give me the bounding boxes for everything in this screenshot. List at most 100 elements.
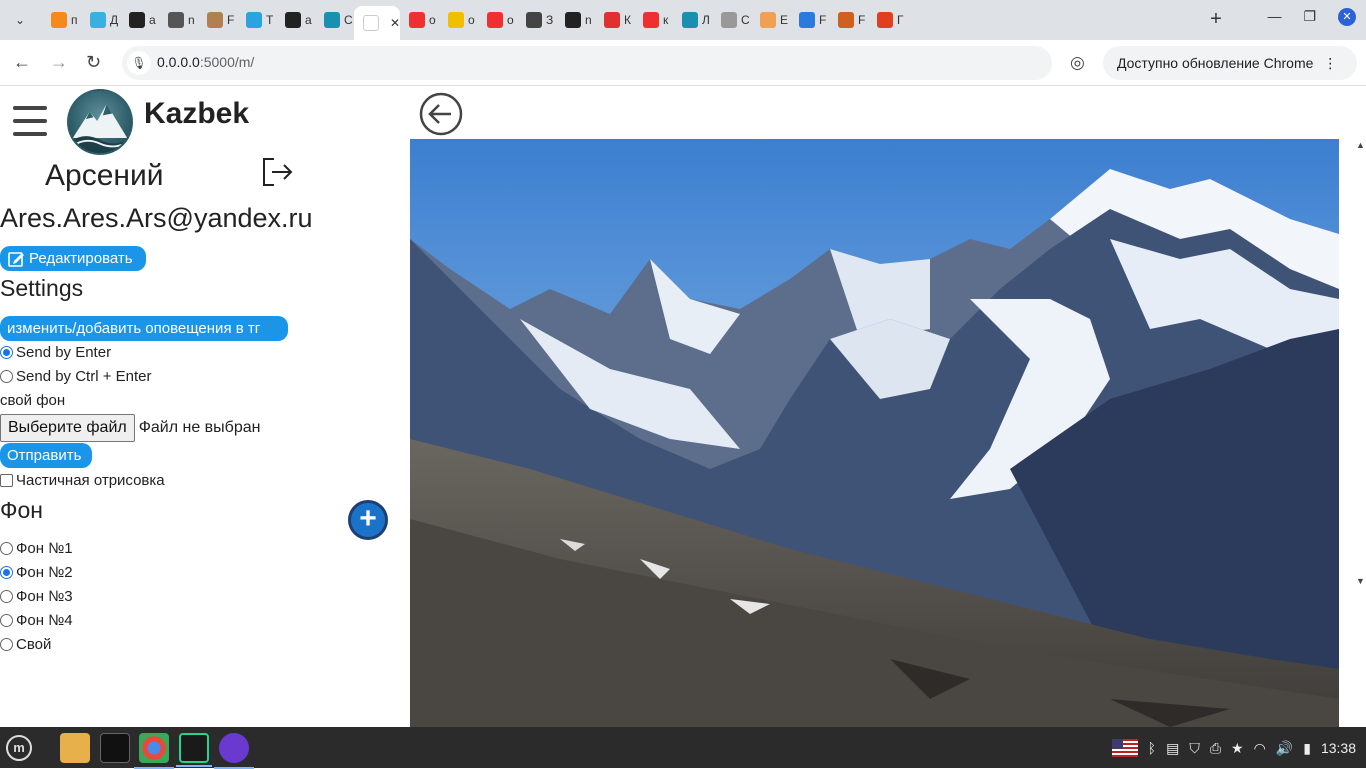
maximize-icon[interactable]: ❐ [1303,8,1316,26]
start-menu-icon[interactable]: m [6,735,32,761]
background-radio[interactable] [0,566,13,579]
telegram-notifications-button[interactable]: изменить/добавить оповещения в тг [0,316,288,341]
tab-title: С [741,13,750,27]
settings-sidebar: Kazbek Арсений Ares.Ares.Ars@yandex.ru Р… [0,87,400,727]
address-bar[interactable]: 🎙 0.0.0.0:5000/m/ ☆ [122,46,1158,80]
window-close-icon[interactable]: ✕ [1338,8,1356,26]
background-option[interactable]: Фон №4 [0,612,73,629]
edit-profile-button[interactable]: Редактировать [0,246,146,271]
clipboard-icon[interactable]: ▤ [1166,740,1179,757]
background-option[interactable]: Свой [0,636,51,653]
tab-title: F [227,13,235,27]
background-radio[interactable] [0,590,13,603]
background-option[interactable]: Фон №3 [0,588,73,605]
chrome-update-button[interactable]: Доступно обновление Chrome ⋮ [1103,46,1357,80]
browser-tab[interactable]: F [198,6,237,34]
logout-icon[interactable] [260,155,294,189]
obsidian-icon[interactable] [214,733,254,769]
url-host: 0.0.0.0 [157,54,200,70]
tab-favicon-icon [51,12,67,28]
site-info-icon[interactable]: 🎙 [127,51,151,75]
browser-tab[interactable]: п [42,6,81,34]
browser-tab[interactable]: Е [751,6,790,34]
browser-tab[interactable]: n [556,6,595,34]
back-arrow-icon[interactable]: ← [13,52,31,73]
system-tray: ᛒ ▤ ⛉ ⎙ ★ ◠ 🔊 ▮ 13:38 [1111,739,1356,757]
minimize-icon[interactable]: — [1267,8,1281,26]
tab-search-chevron-icon[interactable]: ⌄ [8,8,32,32]
keyboard-layout-us-flag-icon[interactable] [1111,739,1138,757]
pycharm-icon[interactable] [176,733,212,767]
browser-tab[interactable]: Л [673,6,712,34]
background-label: Свой [16,636,52,653]
clock[interactable]: 13:38 [1321,740,1356,756]
browser-tab[interactable]: T [237,6,276,34]
partial-render-checkbox[interactable] [0,474,13,487]
send-mode-radio[interactable] [0,370,13,383]
battery-icon[interactable]: ▮ [1303,740,1311,757]
background-label: Фон №2 [16,564,73,581]
volume-icon[interactable]: 🔊 [1276,740,1293,757]
background-radio[interactable] [0,542,13,555]
file-status-text: Файл не выбран [138,419,261,436]
browser-tab[interactable]: Д [81,6,120,34]
background-option[interactable]: Фон №2 [0,564,73,581]
terminal-icon[interactable] [100,733,130,763]
browser-tab[interactable]: F [790,6,829,34]
browser-tab[interactable]: С [315,6,354,34]
send-mode-option[interactable]: Send by Ctrl + Enter [0,368,151,385]
send-mode-label: Send by Enter [16,344,112,361]
browser-tab[interactable]: К✕ [354,6,400,40]
wifi-icon[interactable]: ◠ [1254,740,1266,757]
partial-render-checkbox-row[interactable]: Частичная отрисовка [0,472,165,489]
os-taskbar: m ᛒ ▤ ⛉ ⎙ ★ ◠ 🔊 ▮ 13:38 [0,727,1366,769]
browser-tab[interactable]: Г [868,6,907,34]
back-circle-icon[interactable] [419,92,463,136]
browser-tab[interactable]: a [276,6,315,34]
hamburger-menu-icon[interactable] [13,106,47,136]
browser-tab[interactable]: о [478,6,517,34]
profile-icon[interactable]: ◎ [1070,53,1085,73]
tab-title: о [429,13,436,27]
background-label: Фон №1 [16,540,73,557]
new-tab-button[interactable]: + [1204,8,1228,32]
bluetooth-icon[interactable]: ᛒ [1148,740,1156,756]
background-radio[interactable] [0,638,13,651]
browser-tab[interactable]: З [517,6,556,34]
browser-tab[interactable]: n [159,6,198,34]
chrome-icon[interactable] [134,733,174,769]
tab-favicon-icon [90,12,106,28]
kebab-menu-icon[interactable]: ⋮ [1323,55,1337,72]
file-manager-icon[interactable] [60,733,90,763]
browser-tab[interactable]: К [595,6,634,34]
tab-favicon-icon [448,12,464,28]
user-name: Арсений [45,159,164,192]
browser-tab[interactable]: a [120,6,159,34]
printer-icon[interactable]: ⎙ [1210,740,1221,757]
browser-tab[interactable]: F [829,6,868,34]
background-label: Фон №4 [16,612,73,629]
tab-close-icon[interactable]: ✕ [390,16,400,30]
scroll-down-arrow-icon[interactable]: ▼ [1356,576,1365,586]
tab-list: пДanFTaСК✕оооЗnКкЛСЕFFГ [42,6,907,40]
background-radio[interactable] [0,614,13,627]
send-mode-radio[interactable] [0,346,13,359]
url-text[interactable]: 0.0.0.0:5000/m/ [157,54,254,70]
send-mode-option[interactable]: Send by Enter [0,344,111,361]
tab-favicon-icon [487,12,503,28]
reload-icon[interactable]: ↻ [86,52,101,73]
forward-arrow-icon[interactable]: → [50,52,68,73]
scroll-up-arrow-icon[interactable]: ▲ [1356,140,1365,150]
submit-button[interactable]: Отправить [0,443,92,468]
tab-favicon-icon [838,12,854,28]
browser-tab[interactable]: о [400,6,439,34]
choose-file-button[interactable]: Выберите файл [0,414,135,442]
browser-tab[interactable]: к [634,6,673,34]
background-option[interactable]: Фон №1 [0,540,73,557]
shield-icon[interactable]: ⛉ [1189,740,1200,757]
star-icon[interactable]: ★ [1231,740,1244,757]
browser-tab[interactable]: о [439,6,478,34]
add-plus-button[interactable]: + [348,500,388,540]
tab-title: a [149,13,156,27]
browser-tab[interactable]: С [712,6,751,34]
